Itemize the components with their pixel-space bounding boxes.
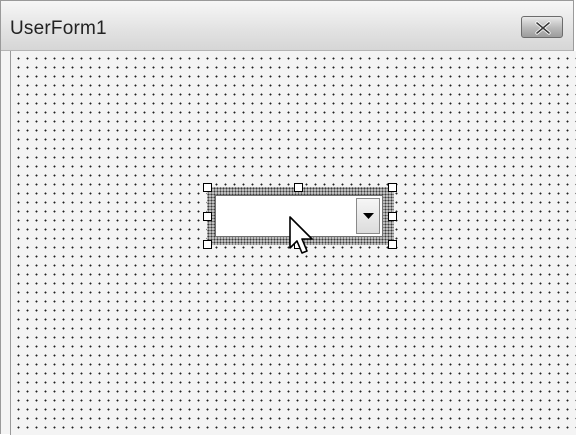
close-button[interactable] — [521, 16, 563, 38]
chevron-down-icon — [363, 213, 374, 219]
combobox-dropdown-button[interactable] — [356, 198, 380, 234]
resize-handle-top-right[interactable] — [388, 183, 397, 192]
title-bar[interactable]: UserForm1 — [1, 1, 573, 51]
resize-handle-top-middle[interactable] — [294, 183, 303, 192]
resize-handle-middle-right[interactable] — [388, 212, 397, 221]
resize-handle-bottom-right[interactable] — [388, 240, 397, 249]
close-x-icon — [535, 21, 551, 35]
resize-handle-top-left[interactable] — [203, 183, 212, 192]
resize-handle-bottom-left[interactable] — [203, 240, 212, 249]
window-title: UserForm1 — [10, 18, 107, 39]
resize-handle-middle-left[interactable] — [203, 212, 212, 221]
mouse-pointer-icon — [289, 216, 313, 254]
